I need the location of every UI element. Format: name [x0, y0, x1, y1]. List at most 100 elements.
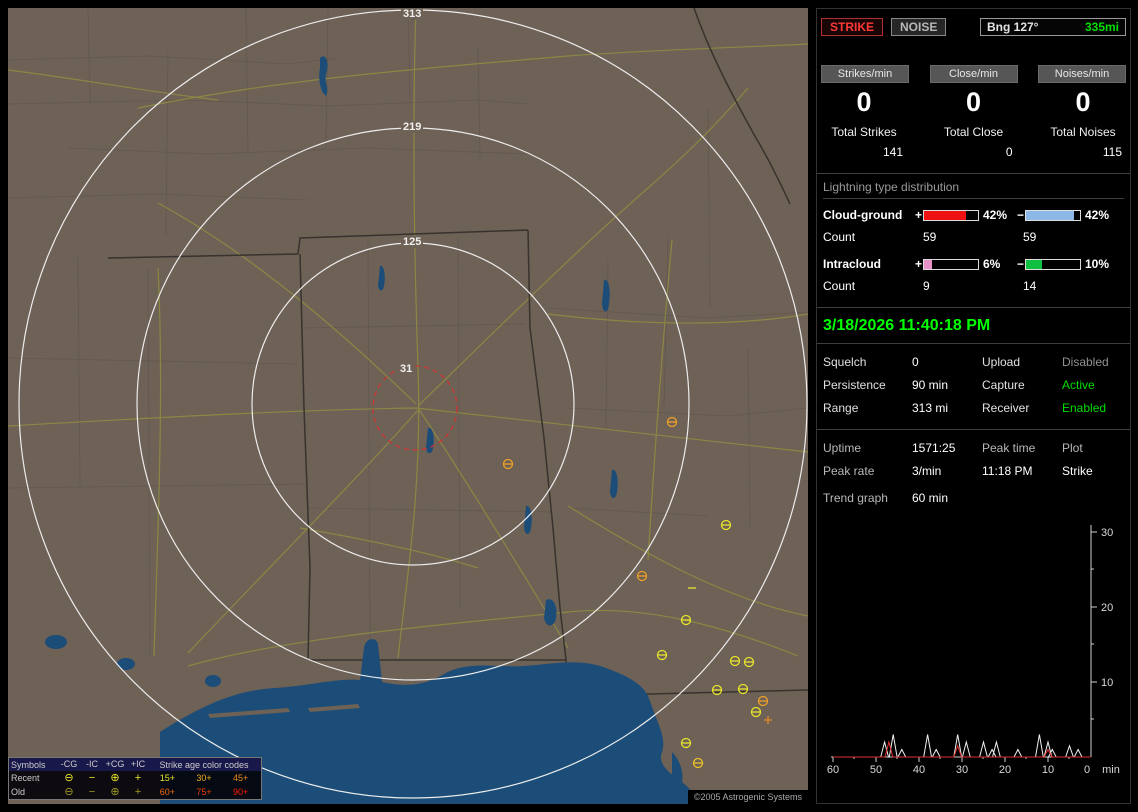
- range-ring-label: 219: [401, 121, 424, 133]
- plus-icon: +: [134, 771, 142, 784]
- section-divider: [817, 343, 1130, 344]
- trend-graph: 30 20 10 60 50 40 30 20 10 0 min: [827, 525, 1120, 776]
- age-code: 60+: [159, 787, 175, 797]
- ic-positive-bar: [923, 258, 979, 270]
- persistence-label: Persistence: [823, 378, 886, 392]
- total-noises-label: Total Noises: [1050, 125, 1116, 139]
- total-strikes-label: Total Strikes: [831, 125, 897, 139]
- legend-col-pos-cg: +CG: [105, 759, 125, 769]
- minus-sign: −: [1017, 257, 1025, 271]
- bearing-display: Bng 127° 335mi: [980, 18, 1126, 36]
- svg-text:40: 40: [913, 764, 925, 776]
- mode-bar: STRIKE NOISE Bng 127° 335mi: [821, 17, 1126, 37]
- noises-per-min-chip[interactable]: Noises/min: [1038, 65, 1126, 83]
- squelch-value: 0: [912, 355, 919, 369]
- cg-positive-bar-fill: [924, 210, 967, 220]
- capture-label: Capture: [982, 378, 1025, 392]
- legend-col-pos-ic: +IC: [130, 759, 146, 769]
- peak-time-value: 11:18 PM: [982, 464, 1033, 478]
- trend-x-unit: min: [1102, 764, 1120, 776]
- legend-age-title: Strike age color codes: [159, 759, 249, 770]
- upload-label: Upload: [982, 355, 1021, 369]
- age-code: 45+: [233, 773, 249, 783]
- receiver-status: Enabled: [1062, 401, 1107, 415]
- range-ring-label: 313: [401, 8, 424, 20]
- ic-positive-count: 9: [923, 279, 930, 293]
- legend-row-label: Old: [11, 787, 26, 797]
- total-strikes-value: 141: [882, 145, 903, 159]
- app-window: 313 219 125 31 Symbols -CG -IC +CG +IC S…: [0, 0, 1138, 812]
- range-ring-label: 125: [401, 236, 424, 248]
- uptime-label: Uptime: [823, 441, 862, 455]
- bearing-value: Bng 127°: [987, 20, 1039, 34]
- range-ring-label: 31: [398, 363, 415, 375]
- intracloud-label: Intracloud: [823, 257, 882, 271]
- svg-text:20: 20: [1101, 602, 1113, 614]
- section-divider: [817, 429, 1130, 430]
- upload-status: Disabled: [1062, 355, 1109, 369]
- peak-rate-label: Peak rate: [823, 464, 875, 478]
- plus-sign: +: [915, 208, 923, 222]
- cloud-ground-count-row: Count 59 59: [823, 230, 1130, 244]
- close-per-min-chip[interactable]: Close/min: [929, 65, 1018, 83]
- bearing-distance: 335mi: [1084, 20, 1119, 34]
- plus-sign: +: [915, 257, 923, 271]
- strike-mode-button[interactable]: STRIKE: [821, 18, 884, 36]
- trend-x-tick-labels: 60 50 40 30 20 10 0 min: [827, 764, 1120, 776]
- distribution-title: Lightning type distribution: [823, 180, 1124, 199]
- intracloud-row: Intracloud + 6% − 10%: [823, 257, 1130, 271]
- cg-positive-count: 59: [923, 230, 937, 244]
- cloud-ground-label: Cloud-ground: [823, 208, 903, 222]
- range-value: 313 mi: [912, 401, 949, 415]
- trend-series-strikes: [833, 734, 1091, 758]
- ic-negative-pct: 10%: [1085, 257, 1110, 271]
- legend-row-label: Recent: [11, 773, 40, 783]
- svg-text:20: 20: [999, 764, 1011, 776]
- cg-negative-bar-fill: [1026, 210, 1074, 220]
- persistence-value: 90 min: [912, 378, 949, 392]
- squelch-label: Squelch: [823, 355, 867, 369]
- svg-text:60: 60: [827, 764, 839, 776]
- trend-axes: [831, 525, 1097, 762]
- plus-icon: +: [134, 785, 142, 798]
- cloud-ground-row: Cloud-ground + 42% − 42%: [823, 208, 1130, 222]
- copyright-text: ©2005 Astrogenic Systems: [687, 790, 808, 804]
- peak-rate-value: 3/min: [912, 464, 942, 478]
- trend-graph-header: Trend graph 60 min: [823, 491, 1124, 505]
- legend-header: Symbols -CG -IC +CG +IC Strike age color…: [9, 758, 261, 771]
- legend-row-old: Old ⊖ − ⊕ + 60+ 75+ 90+: [9, 785, 261, 799]
- svg-text:10: 10: [1042, 764, 1054, 776]
- map-view[interactable]: 313 219 125 31 Symbols -CG -IC +CG +IC S…: [8, 8, 808, 804]
- cg-negative-bar: [1025, 209, 1081, 221]
- age-code: 90+: [233, 787, 249, 797]
- rate-counter-values: 0 0 0: [821, 87, 1126, 117]
- receiver-label: Receiver: [982, 401, 1030, 415]
- minus-icon: −: [88, 771, 96, 784]
- noise-mode-button[interactable]: NOISE: [891, 18, 947, 36]
- close-per-min-value: 0: [965, 87, 982, 117]
- ic-negative-bar-fill: [1026, 259, 1043, 269]
- circle-plus-icon: ⊕: [110, 771, 120, 784]
- totals-values: 141 0 115: [821, 145, 1126, 159]
- legend-col-neg-ic: -IC: [86, 759, 98, 769]
- cg-negative-pct: 42%: [1085, 208, 1110, 222]
- control-panel: STRIKE NOISE Bng 127° 335mi Strikes/min …: [816, 8, 1131, 804]
- cg-positive-bar: [923, 209, 979, 221]
- strikes-per-min-chip[interactable]: Strikes/min: [821, 65, 909, 83]
- plot-value: Strike: [1062, 464, 1093, 478]
- age-code: 75+: [196, 787, 212, 797]
- trend-graph-label: Trend graph: [823, 491, 888, 505]
- total-close-value: 0: [1005, 145, 1013, 159]
- ic-positive-pct: 6%: [983, 257, 1001, 271]
- legend-col-neg-cg: -CG: [60, 759, 78, 769]
- plot-label: Plot: [1062, 441, 1083, 455]
- capture-status: Active: [1062, 378, 1095, 392]
- svg-text:50: 50: [870, 764, 882, 776]
- peak-time-label: Peak time: [982, 441, 1036, 455]
- total-close-label: Total Close: [943, 125, 1004, 139]
- range-label: Range: [823, 401, 859, 415]
- intracloud-count-row: Count 9 14: [823, 279, 1130, 293]
- trend-graph-span: 60 min: [912, 491, 949, 505]
- strikes-per-min-value: 0: [856, 87, 872, 117]
- noises-per-min-value: 0: [1075, 87, 1091, 117]
